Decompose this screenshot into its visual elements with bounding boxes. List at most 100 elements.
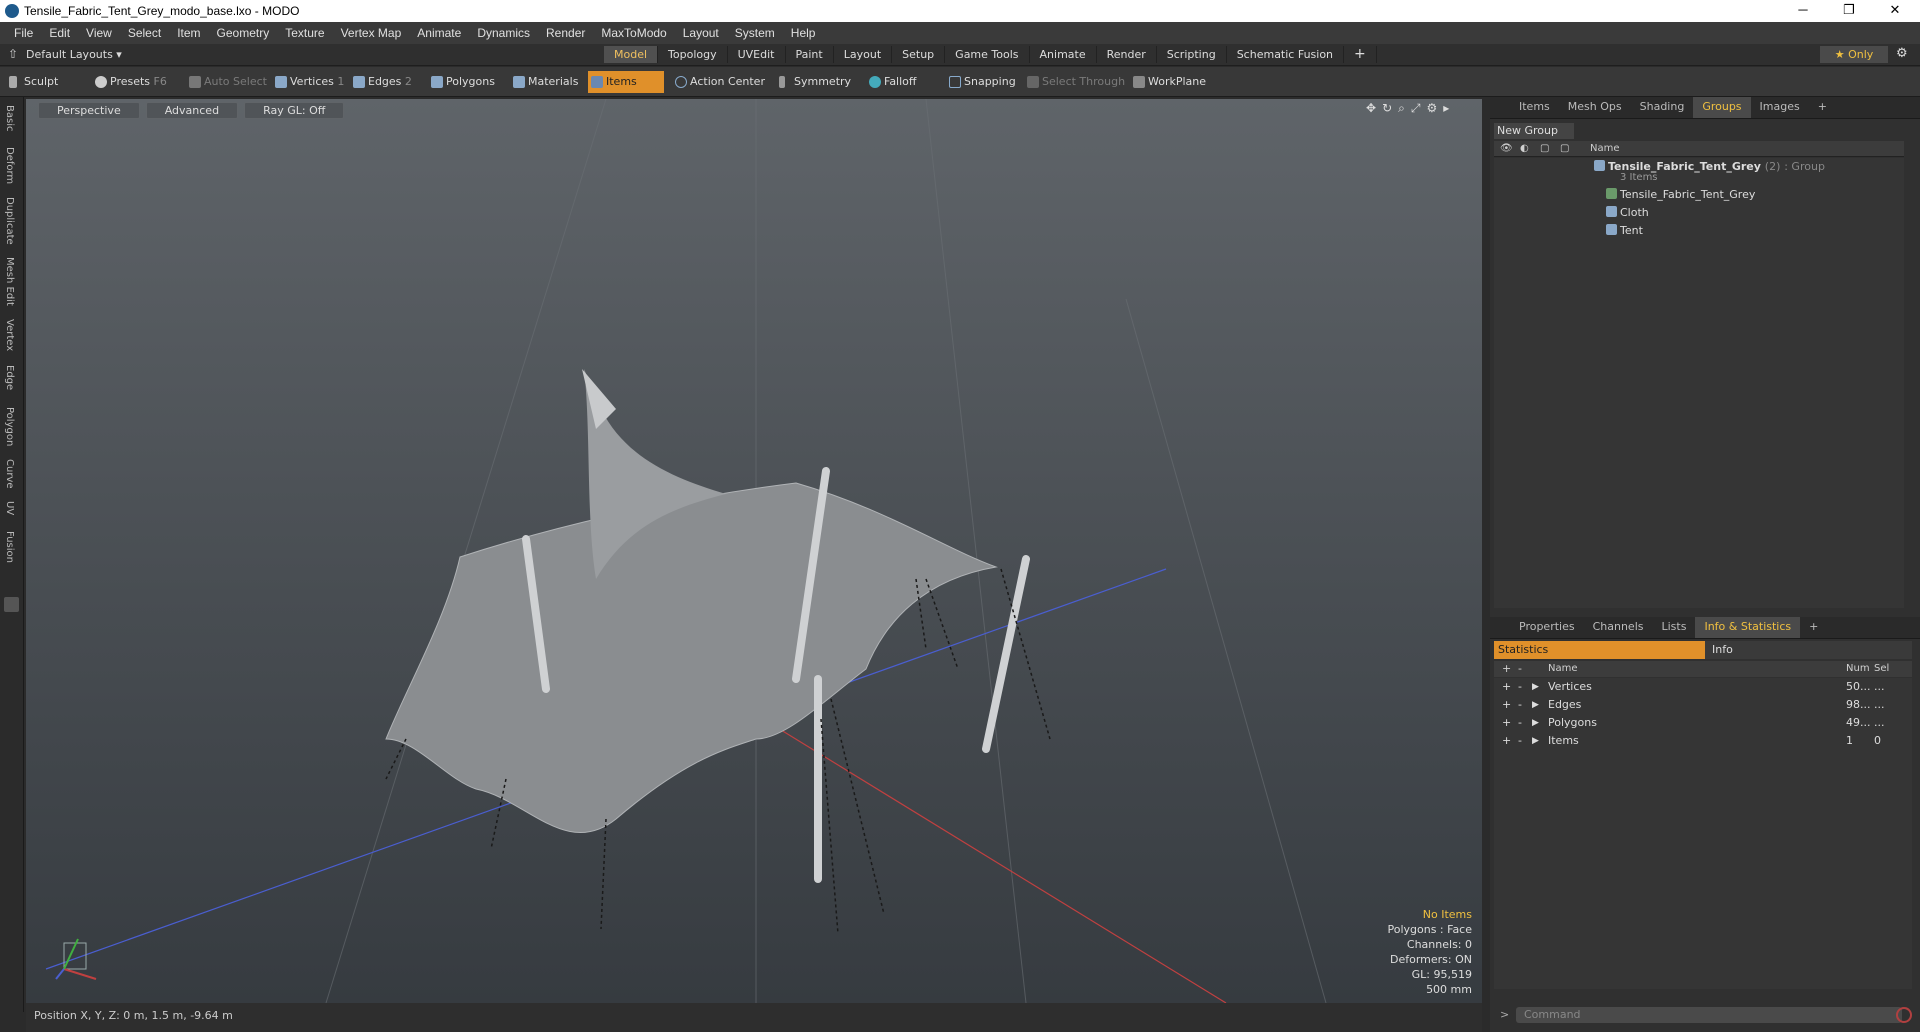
vertices-button[interactable]: Vertices 1 bbox=[272, 71, 346, 93]
tab-setup[interactable]: Setup bbox=[892, 46, 946, 63]
tab-curve[interactable]: Curve bbox=[4, 459, 15, 489]
tab-duplicate[interactable]: Duplicate bbox=[4, 197, 15, 245]
menu-system[interactable]: System bbox=[727, 26, 783, 40]
add-stats-tab-icon[interactable]: + bbox=[1800, 617, 1827, 638]
menu-select[interactable]: Select bbox=[120, 26, 169, 40]
name-column-header: Name bbox=[1590, 143, 1620, 154]
tab-schematic-fusion[interactable]: Schematic Fusion bbox=[1227, 46, 1345, 63]
viewport-settings-icon[interactable]: ⚙ bbox=[1426, 101, 1437, 116]
tab-images[interactable]: Images bbox=[1751, 97, 1809, 118]
add-tab-icon[interactable]: + bbox=[1344, 46, 1377, 63]
tab-mesh-ops[interactable]: Mesh Ops bbox=[1559, 97, 1631, 118]
menu-texture[interactable]: Texture bbox=[277, 26, 332, 40]
tab-shading[interactable]: Shading bbox=[1631, 97, 1694, 118]
command-input[interactable]: Command bbox=[1516, 1007, 1902, 1023]
stats-row-polygons[interactable]: + - ▶ Polygons 49... ... bbox=[1494, 714, 1912, 732]
tab-animate[interactable]: Animate bbox=[1030, 46, 1097, 63]
tab-topology[interactable]: Topology bbox=[658, 46, 728, 63]
action-center-button[interactable]: Action Center bbox=[672, 71, 768, 93]
menu-maxtomodo[interactable]: MaxToModo bbox=[593, 26, 674, 40]
expand-all-icon[interactable]: + bbox=[1502, 662, 1511, 675]
gear-icon[interactable]: ⚙ bbox=[1896, 46, 1908, 61]
close-icon[interactable]: ✕ bbox=[1872, 0, 1918, 22]
tab-uvedit[interactable]: UVEdit bbox=[728, 46, 786, 63]
edges-button[interactable]: Edges 2 bbox=[350, 71, 424, 93]
menu-file[interactable]: File bbox=[6, 26, 41, 40]
visibility-col-icon[interactable]: 👁 bbox=[1500, 143, 1513, 154]
symmetry-button[interactable]: Symmetry bbox=[776, 71, 852, 93]
menu-help[interactable]: Help bbox=[783, 26, 824, 40]
tab-info-statistics[interactable]: Info & Statistics bbox=[1695, 617, 1801, 638]
tab-paint[interactable]: Paint bbox=[786, 46, 834, 63]
menu-vertex-map[interactable]: Vertex Map bbox=[333, 26, 410, 40]
tab-channels[interactable]: Channels bbox=[1584, 617, 1653, 638]
tab-lists[interactable]: Lists bbox=[1653, 617, 1696, 638]
only-button[interactable]: ★ Only bbox=[1820, 46, 1888, 63]
lock-col-icon[interactable]: ▢ bbox=[1540, 143, 1549, 154]
tab-render[interactable]: Render bbox=[1097, 46, 1157, 63]
tab-uv[interactable]: UV bbox=[4, 501, 15, 515]
collapse-all-icon[interactable]: - bbox=[1518, 662, 1522, 675]
tab-basic[interactable]: Basic bbox=[4, 105, 15, 131]
falloff-button[interactable]: Falloff bbox=[866, 71, 928, 93]
tab-model[interactable]: Model bbox=[604, 46, 659, 63]
tab-groups[interactable]: Groups bbox=[1693, 97, 1751, 118]
menu-layout[interactable]: Layout bbox=[675, 26, 727, 40]
menu-item[interactable]: Item bbox=[169, 26, 208, 40]
add-panel-tab-icon[interactable]: + bbox=[1809, 97, 1836, 118]
stats-row-items[interactable]: + - ▶ Items 1 0 bbox=[1494, 732, 1912, 750]
zoom-view-icon[interactable]: ⌕ bbox=[1398, 101, 1405, 116]
menu-edit[interactable]: Edit bbox=[41, 26, 78, 40]
menu-geometry[interactable]: Geometry bbox=[209, 26, 278, 40]
tree-item-locator[interactable]: Tensile_Fabric_Tent_Grey bbox=[1606, 188, 1755, 201]
tree-item-tent[interactable]: Tent bbox=[1606, 224, 1643, 237]
items-button[interactable]: Items bbox=[588, 71, 664, 93]
move-view-icon[interactable]: ✥ bbox=[1366, 101, 1376, 116]
tab-game-tools[interactable]: Game Tools bbox=[945, 46, 1030, 63]
sidebar-toggle-icon[interactable] bbox=[4, 597, 19, 612]
mesh-icon bbox=[1606, 224, 1617, 235]
layout-up-icon[interactable]: ⇧ bbox=[8, 47, 18, 61]
presets-button[interactable]: Presets F6 bbox=[92, 71, 172, 93]
tab-properties[interactable]: Properties bbox=[1510, 617, 1584, 638]
polygons-button[interactable]: Polygons bbox=[428, 71, 500, 93]
tab-vertex[interactable]: Vertex bbox=[4, 319, 15, 351]
materials-button[interactable]: Materials bbox=[510, 71, 586, 93]
new-group-button[interactable]: New Group bbox=[1494, 123, 1574, 139]
viewport-menu-icon[interactable]: ▸ bbox=[1443, 101, 1449, 116]
menu-dynamics[interactable]: Dynamics bbox=[469, 26, 538, 40]
rotate-view-icon[interactable]: ↻ bbox=[1382, 101, 1392, 116]
tab-mesh-edit[interactable]: Mesh Edit bbox=[4, 257, 15, 306]
tree-item-cloth[interactable]: Cloth bbox=[1606, 206, 1649, 219]
tab-scripting[interactable]: Scripting bbox=[1157, 46, 1227, 63]
raygl-button[interactable]: Ray GL: Off bbox=[244, 102, 345, 119]
perspective-button[interactable]: Perspective bbox=[38, 102, 140, 119]
menu-view[interactable]: View bbox=[78, 26, 120, 40]
fit-view-icon[interactable]: ⤢ bbox=[1411, 101, 1421, 116]
tab-fusion[interactable]: Fusion bbox=[4, 531, 15, 563]
stats-row-edges[interactable]: + - ▶ Edges 98... ... bbox=[1494, 696, 1912, 714]
select-col-icon[interactable]: ▢ bbox=[1560, 143, 1569, 154]
tab-polygon[interactable]: Polygon bbox=[4, 407, 15, 446]
record-icon[interactable] bbox=[1896, 1007, 1912, 1023]
sculpt-button[interactable]: Sculpt bbox=[6, 71, 88, 93]
select-through-button[interactable]: Select Through bbox=[1024, 71, 1125, 93]
tab-layout[interactable]: Layout bbox=[834, 46, 893, 63]
maximize-icon[interactable]: ❐ bbox=[1826, 0, 1872, 22]
advanced-button[interactable]: Advanced bbox=[145, 102, 239, 119]
auto-select-button[interactable]: Auto Select bbox=[186, 71, 267, 93]
menu-animate[interactable]: Animate bbox=[409, 26, 469, 40]
default-layouts-dropdown[interactable]: Default Layouts ▾ bbox=[26, 48, 122, 61]
statistics-tab[interactable]: Statistics bbox=[1494, 641, 1705, 659]
tab-edge[interactable]: Edge bbox=[4, 365, 15, 390]
menu-render[interactable]: Render bbox=[538, 26, 593, 40]
stats-row-vertices[interactable]: + - ▶ Vertices 50... ... bbox=[1494, 678, 1912, 696]
render-col-icon[interactable]: ◐ bbox=[1520, 143, 1529, 154]
snapping-button[interactable]: Snapping bbox=[946, 71, 1016, 93]
minimize-icon[interactable]: ─ bbox=[1780, 0, 1826, 22]
workplane-button[interactable]: WorkPlane bbox=[1130, 71, 1208, 93]
3d-viewport[interactable]: Perspective Advanced Ray GL: Off ✥ ↻ ⌕ ⤢… bbox=[26, 99, 1482, 1003]
tab-deform[interactable]: Deform bbox=[4, 147, 15, 184]
tab-items[interactable]: Items bbox=[1510, 97, 1559, 118]
info-tab[interactable]: Info bbox=[1712, 643, 1733, 656]
